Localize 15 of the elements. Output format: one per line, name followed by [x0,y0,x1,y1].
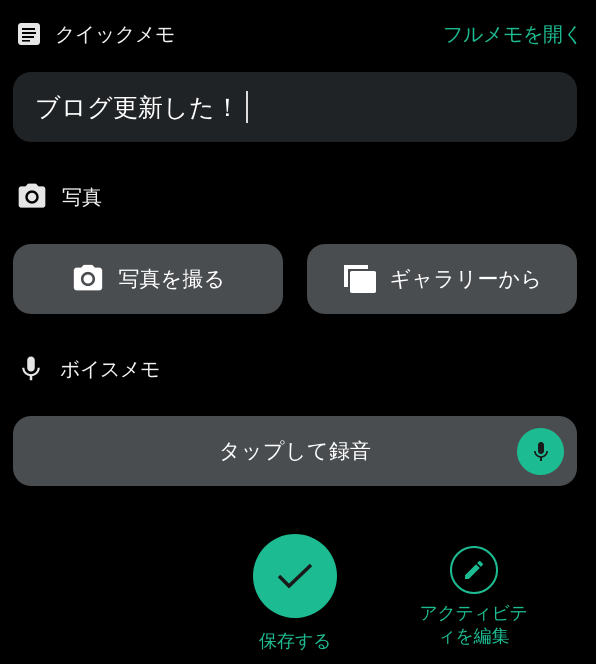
open-full-memo-link[interactable]: フルメモを開く [443,20,583,48]
section-title: ボイスメモ [60,356,160,382]
record-button[interactable]: タップして録音 [13,416,577,486]
edit-activity-button[interactable] [450,546,498,594]
check-icon [277,563,313,589]
section-title: 写真 [62,184,102,210]
gallery-button[interactable]: ギャラリーから [307,244,577,314]
save-label: 保存する [259,630,331,653]
gallery-icon [342,265,376,293]
take-photo-button[interactable]: 写真を撮る [13,244,283,314]
edit-activity-label: アクティビティを編集 [418,602,528,648]
section-title: クイックメモ [55,20,175,48]
memo-field[interactable]: ブログ更新した！ [13,72,577,142]
note-icon [17,22,41,46]
microphone-icon [517,428,564,475]
